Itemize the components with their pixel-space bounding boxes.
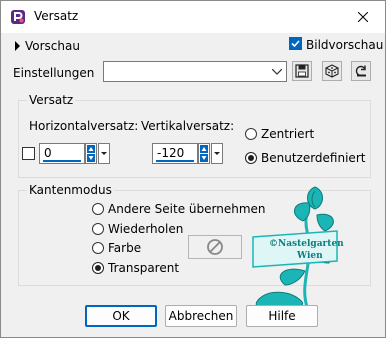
chevron-down-icon — [272, 69, 282, 75]
edge-color-swatch[interactable] — [188, 235, 242, 259]
close-icon — [358, 12, 368, 22]
input-focus-underline — [156, 160, 194, 162]
horizontal-offset-value: 0 — [44, 146, 52, 160]
offset-group-title: Versatz — [27, 93, 76, 107]
vertical-offset-stepper[interactable] — [198, 143, 210, 164]
spin-arrows-icon — [87, 145, 95, 162]
edge-label-repeat: Wiederholen — [108, 222, 184, 236]
custom-label: Benutzerdefiniert — [261, 151, 366, 165]
centered-radio[interactable] — [245, 128, 257, 140]
edge-radio-wrap[interactable] — [92, 203, 104, 215]
settings-label: Einstellungen — [13, 66, 95, 80]
horizontal-offset-label: Horizontalversatz: — [29, 119, 139, 133]
edge-radio-repeat[interactable] — [92, 223, 104, 235]
centered-label: Zentriert — [261, 127, 315, 141]
help-button[interactable]: Hilfe — [246, 305, 318, 327]
chevron-down-icon — [101, 152, 107, 155]
offset-group — [18, 100, 371, 178]
expand-arrow-icon — [15, 41, 20, 51]
no-color-icon — [207, 239, 223, 255]
watermark-text-line1: ©Nastelgarten — [269, 239, 344, 249]
title-bar: Versatz — [1, 1, 385, 33]
vertical-offset-input[interactable]: -120 — [152, 143, 198, 164]
checkmark-icon — [291, 40, 300, 48]
edge-label-color: Farbe — [108, 241, 142, 255]
cancel-button[interactable]: Abbrechen — [165, 305, 237, 327]
watermark-text-line2: Wien — [297, 251, 323, 261]
reset-icon — [355, 65, 366, 77]
dialog-window: Versatz Vorschau Bildvorschau Einstellun… — [0, 0, 386, 338]
image-preview-checkbox[interactable] — [289, 37, 302, 50]
vertical-offset-value: -120 — [157, 146, 185, 160]
vertical-offset-label: Vertikalversatz: — [141, 119, 235, 133]
reset-button[interactable] — [351, 61, 371, 81]
ok-button[interactable]: OK — [85, 305, 157, 327]
vertical-offset-dropdown[interactable] — [211, 143, 223, 164]
edge-label-transparent: Transparent — [108, 261, 180, 275]
preview-label: Vorschau — [25, 39, 80, 53]
edge-radio-transparent[interactable] — [92, 262, 104, 274]
dice-icon — [325, 64, 339, 78]
link-offsets-checkbox[interactable] — [22, 147, 35, 160]
edge-radio-color[interactable] — [92, 242, 104, 254]
window-title: Versatz — [34, 9, 79, 23]
horizontal-offset-input[interactable]: 0 — [39, 143, 85, 164]
app-icon — [11, 10, 25, 24]
horizontal-offset-dropdown[interactable] — [98, 143, 110, 164]
custom-radio[interactable] — [245, 152, 257, 164]
edge-label-wrap: Andere Seite übernehmen — [108, 202, 266, 216]
spin-arrows-icon — [200, 145, 208, 162]
save-preset-button[interactable] — [292, 61, 312, 81]
load-preset-button[interactable] — [322, 61, 342, 81]
floppy-disk-icon — [295, 64, 309, 78]
image-preview-label: Bildvorschau — [306, 38, 384, 52]
edge-mode-title: Kantenmodus — [27, 183, 114, 197]
horizontal-offset-stepper[interactable] — [85, 143, 97, 164]
settings-dropdown[interactable] — [103, 61, 287, 82]
close-button[interactable] — [341, 1, 385, 33]
chevron-down-icon — [214, 152, 220, 155]
input-focus-underline — [43, 160, 81, 162]
